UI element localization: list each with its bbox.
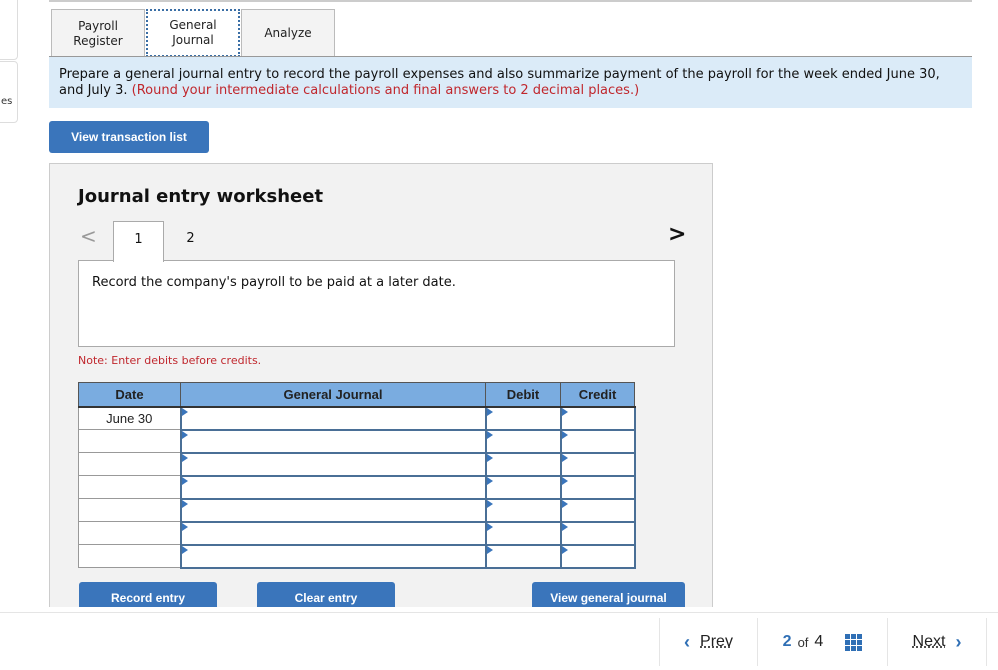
account-input[interactable] [179, 474, 487, 500]
footer-bar: ‹ Prev 2 of 4 Next › [0, 612, 998, 670]
record-entry-button[interactable]: Record entry [79, 582, 217, 607]
credit-input[interactable] [559, 451, 636, 477]
debit-input[interactable] [484, 543, 562, 569]
chevron-right-icon[interactable]: > [668, 222, 686, 247]
tab-label-line1: Payroll [78, 18, 118, 33]
chevron-left-icon[interactable]: < [80, 224, 97, 248]
tab-label-line2: Register [73, 33, 123, 48]
sidebar-stub-bottom[interactable]: es [0, 61, 18, 123]
date-cell [78, 544, 181, 568]
debit-input[interactable] [484, 428, 562, 454]
debits-credits-note: Note: Enter debits before credits. [78, 354, 262, 367]
debit-input[interactable] [484, 497, 562, 523]
date-cell [78, 521, 181, 545]
account-input[interactable] [179, 543, 487, 569]
credit-input[interactable] [559, 474, 636, 500]
next-button[interactable]: Next › [888, 632, 986, 653]
table-row [78, 474, 636, 500]
header-debit: Debit [485, 382, 561, 408]
tab-label-line2: Journal [172, 33, 214, 47]
credit-input[interactable] [559, 497, 636, 523]
next-label: Next [912, 633, 946, 650]
tab-label-line1: General [169, 18, 217, 32]
page-indicator: 2 of 4 [758, 633, 887, 651]
header-credit: Credit [560, 382, 635, 408]
grid-icon[interactable] [845, 633, 863, 651]
account-input[interactable] [179, 520, 487, 546]
current-page: 2 [782, 633, 792, 650]
of-label: of [797, 634, 809, 650]
table-row [78, 428, 636, 454]
prev-button[interactable]: ‹ Prev [660, 632, 757, 653]
date-cell [78, 429, 181, 453]
date-cell [78, 452, 181, 476]
clear-entry-button[interactable]: Clear entry [257, 582, 395, 607]
view-transaction-list-button[interactable]: View transaction list [49, 121, 209, 153]
debit-input[interactable] [484, 474, 562, 500]
credit-input[interactable] [559, 405, 636, 431]
account-input[interactable] [179, 451, 487, 477]
date-cell [78, 475, 181, 499]
journal-table: Date General Journal Debit Credit June 3… [78, 382, 636, 569]
credit-input[interactable] [559, 520, 636, 546]
account-input[interactable] [179, 405, 487, 431]
debit-input[interactable] [484, 405, 562, 431]
tab-analyze[interactable]: Analyze [241, 9, 335, 57]
tab-payroll-register[interactable]: Payroll Register [51, 9, 145, 57]
credit-input[interactable] [559, 428, 636, 454]
date-cell: June 30 [78, 406, 181, 430]
header-general-journal: General Journal [180, 382, 486, 408]
table-row: June 30 [78, 405, 636, 431]
account-input[interactable] [179, 497, 487, 523]
pager-divider [986, 618, 987, 666]
entry-description: Record the company's payroll to be paid … [78, 260, 675, 347]
entry-tab-1[interactable]: 1 [113, 221, 164, 262]
prev-label: Prev [700, 633, 733, 650]
entry-tab-2[interactable]: 2 [165, 221, 216, 261]
header-date: Date [78, 382, 181, 408]
pager: ‹ Prev 2 of 4 Next › [659, 616, 987, 668]
tab-general-journal[interactable]: General Journal [146, 9, 240, 57]
top-divider [49, 0, 972, 2]
debit-input[interactable] [484, 520, 562, 546]
journal-entry-worksheet: Journal entry worksheet < 1 2 > Record t… [49, 163, 713, 607]
sidebar-stub-text: es [1, 96, 13, 107]
credit-input[interactable] [559, 543, 636, 569]
table-row [78, 520, 636, 546]
table-row [78, 543, 636, 569]
debit-input[interactable] [484, 451, 562, 477]
account-input[interactable] [179, 428, 487, 454]
chevron-right-icon: › [955, 631, 962, 652]
view-general-journal-button[interactable]: View general journal [532, 582, 685, 607]
table-header-row: Date General Journal Debit Credit [78, 382, 635, 408]
page: es Payroll Register General Journal Analyz… [0, 0, 998, 670]
instructions-box: Prepare a general journal entry to recor… [49, 57, 972, 108]
table-row [78, 497, 636, 523]
table-row [78, 451, 636, 477]
tab-label: Analyze [264, 26, 312, 40]
question-tabs: Payroll Register General Journal Analyze [51, 9, 335, 57]
chevron-left-icon: ‹ [684, 631, 691, 652]
instructions-rounding-note: (Round your intermediate calculations an… [131, 83, 640, 98]
worksheet-title: Journal entry worksheet [78, 186, 324, 207]
date-cell [78, 498, 181, 522]
sidebar-stub-top[interactable] [0, 0, 18, 60]
total-pages: 4 [814, 633, 824, 650]
